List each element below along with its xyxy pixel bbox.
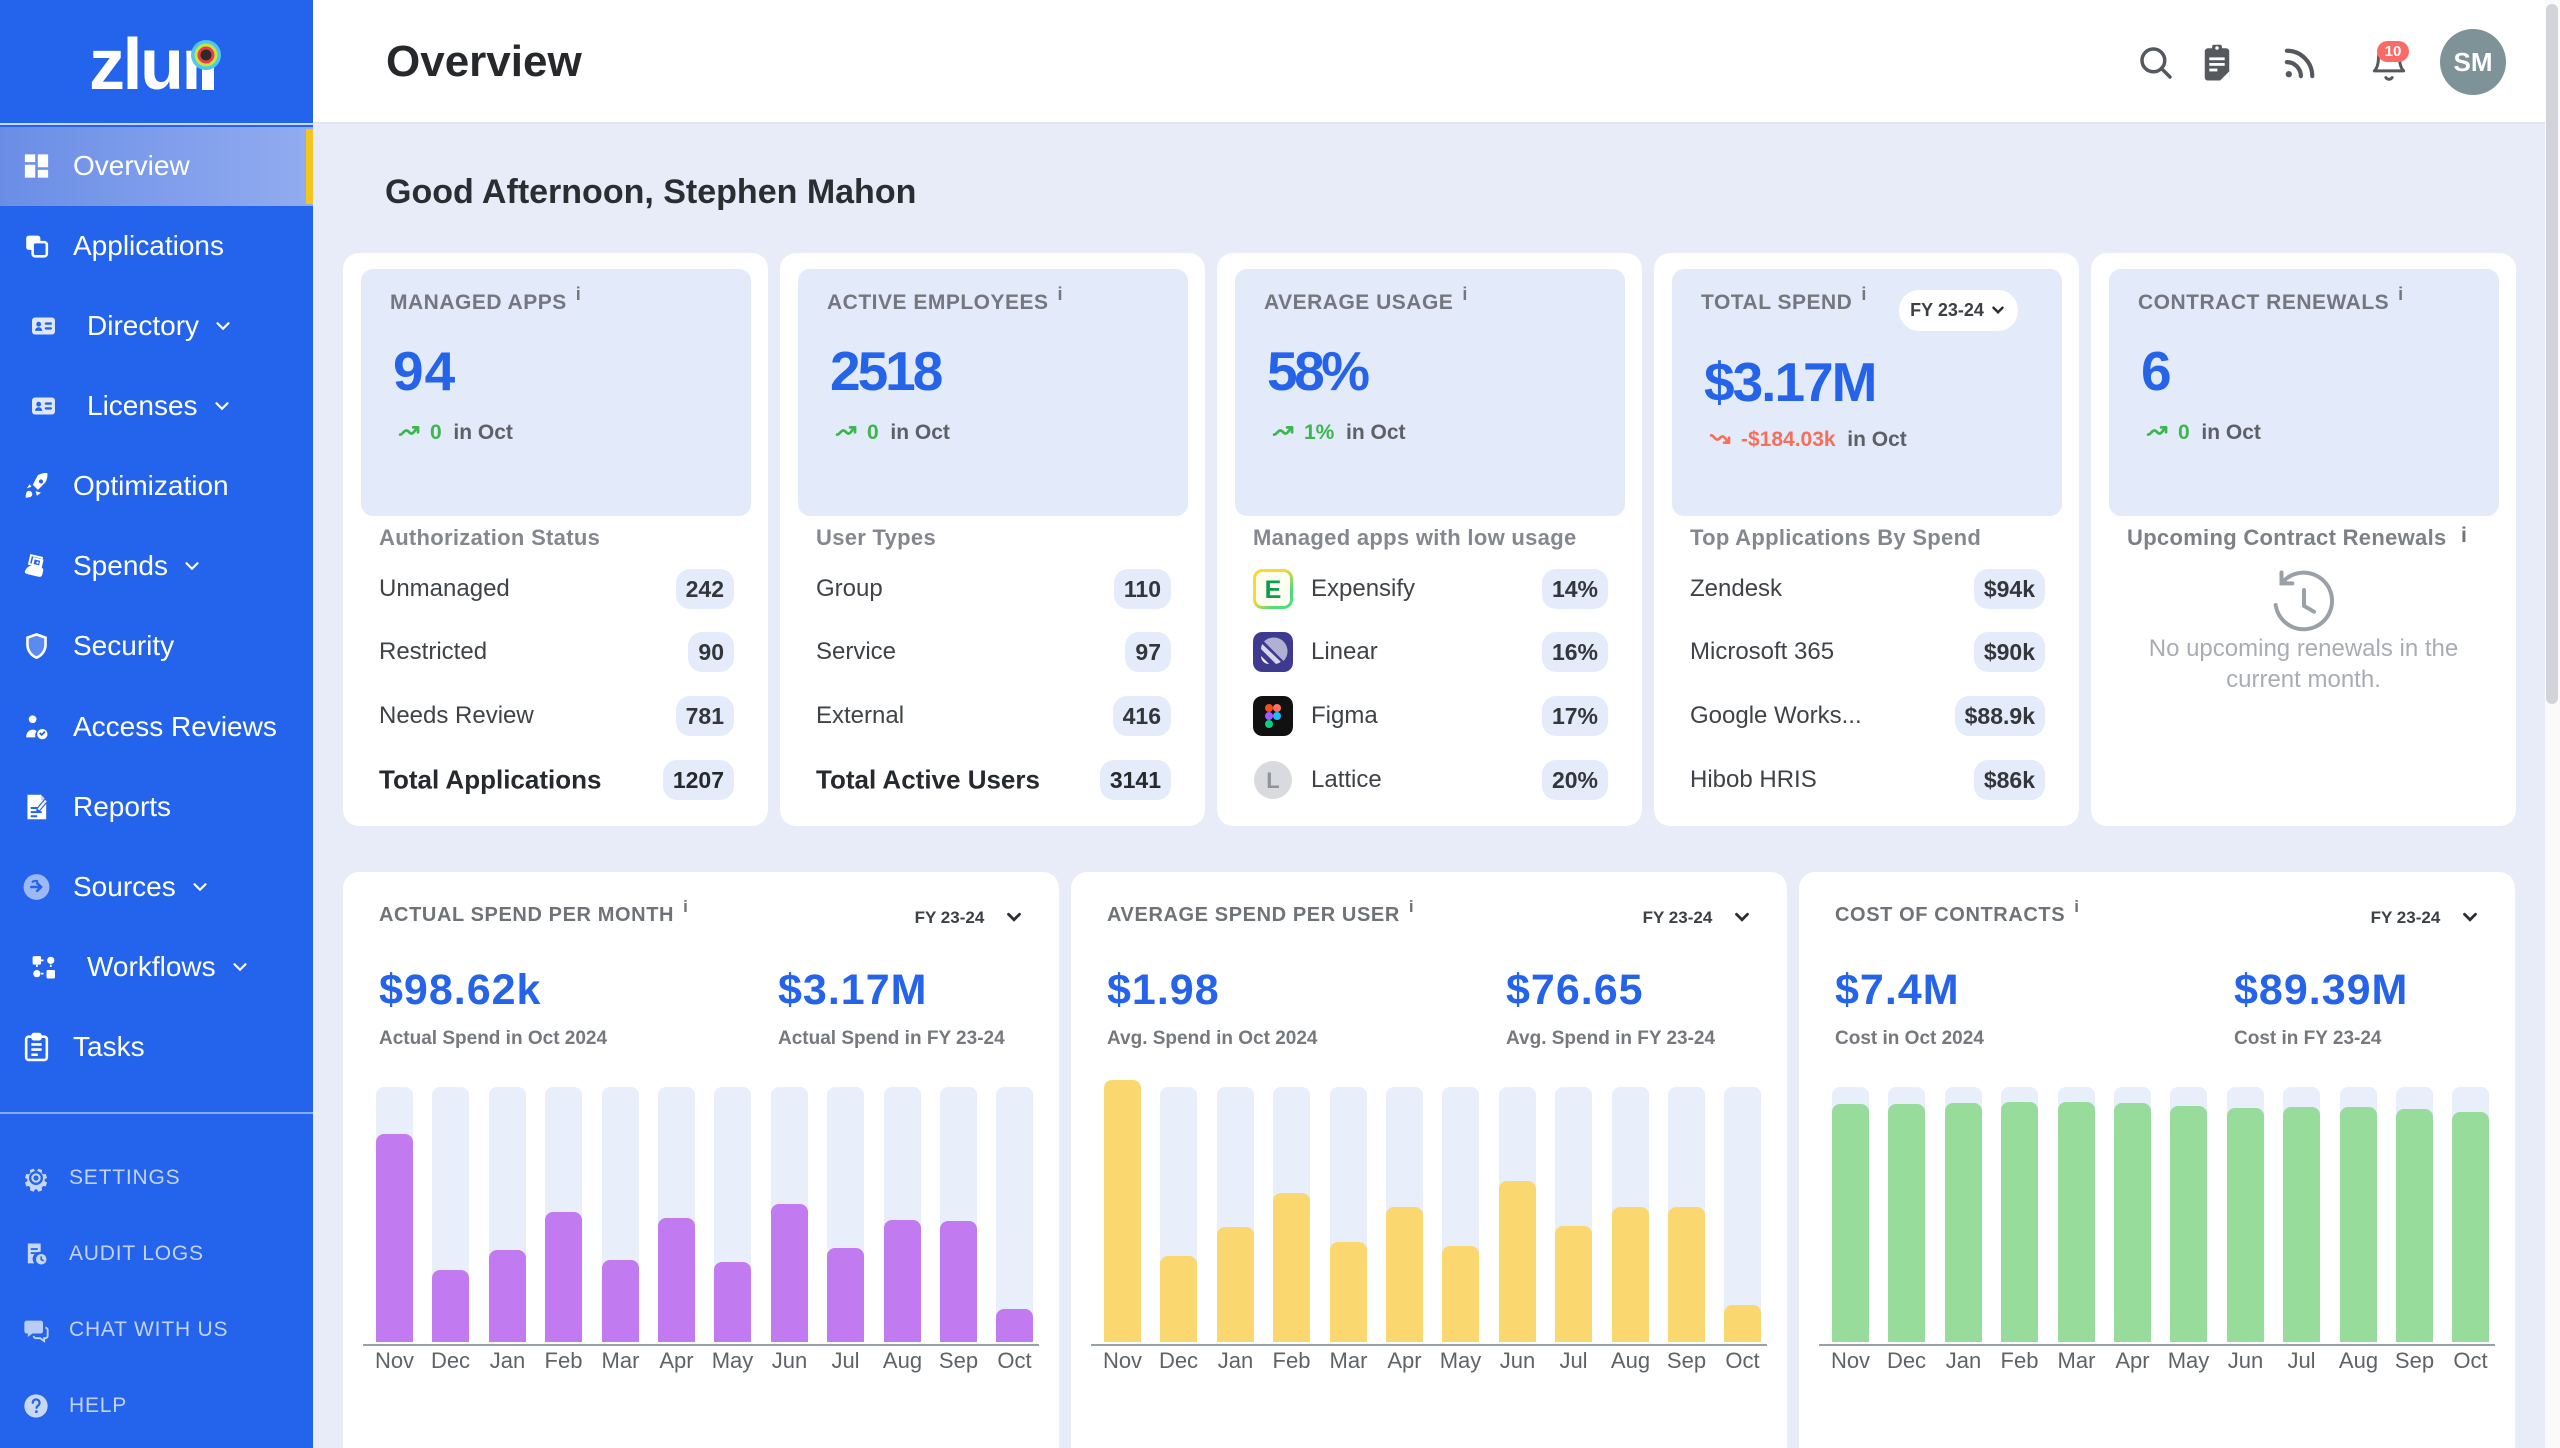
svg-text:L: L [1266,768,1279,793]
svg-text:E: E [1265,576,1282,604]
